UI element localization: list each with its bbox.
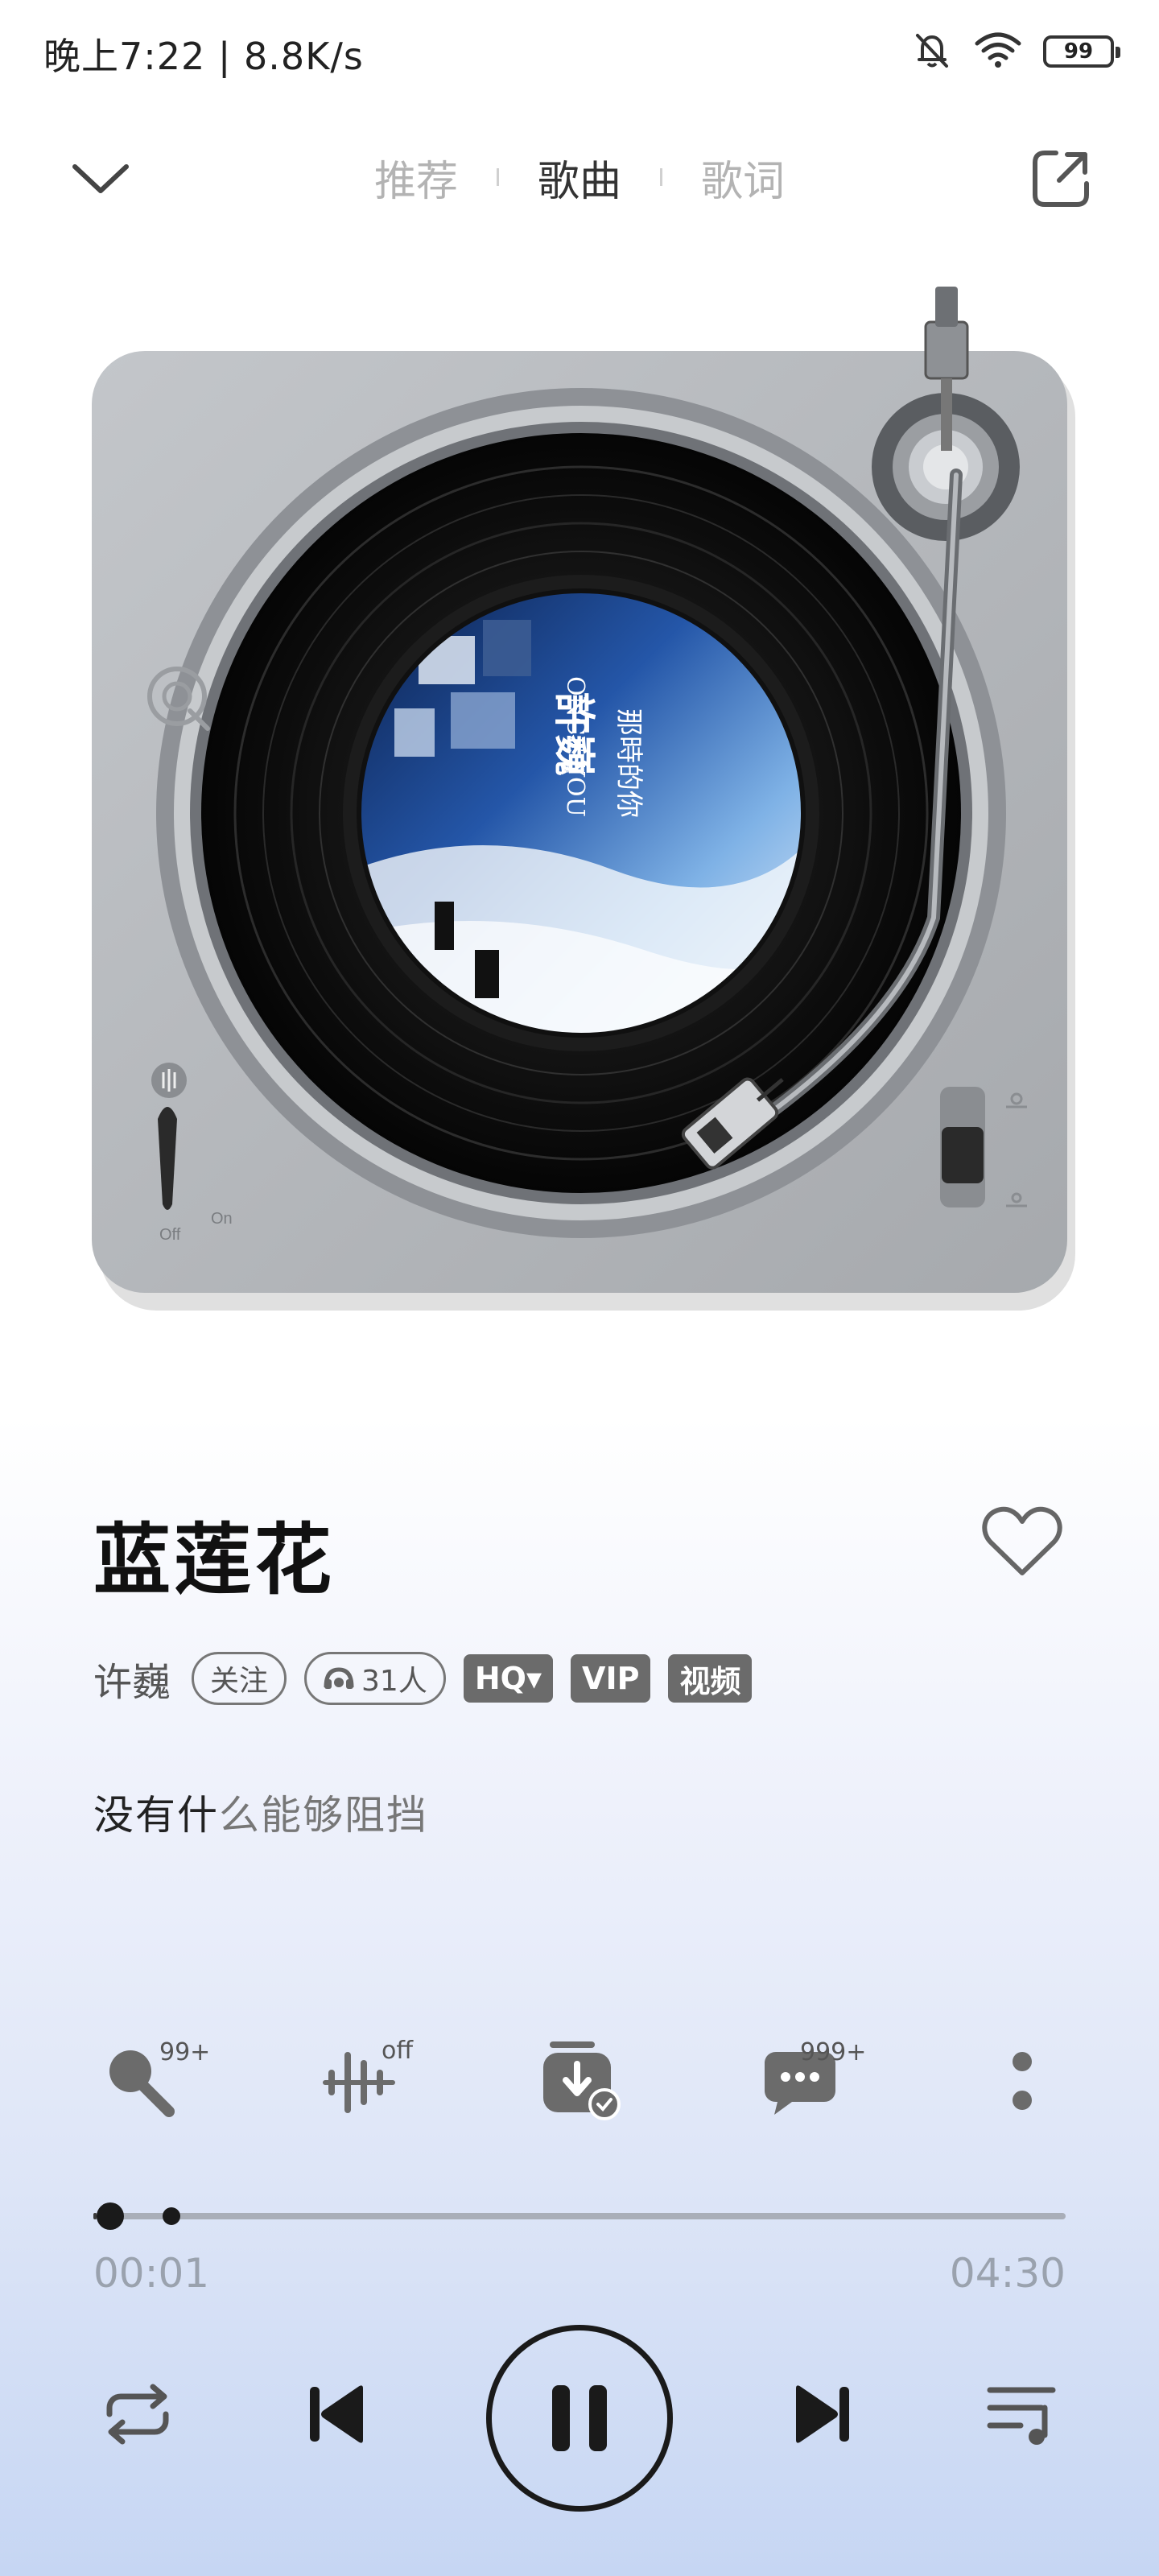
more-vertical-icon (1013, 2052, 1032, 2110)
switch-on-label: On (211, 1210, 233, 1228)
effects-badge: off (382, 2037, 414, 2065)
turntable-artwork[interactable]: 許巍 ONCE YOU 那時的你 Off On (0, 258, 1159, 1385)
heart-icon (982, 1506, 1062, 1575)
battery-level: 99 (1063, 39, 1094, 64)
tab-recommend[interactable]: 推荐 (374, 147, 458, 208)
tab-bar: 推荐 歌曲 歌词 (0, 145, 1159, 209)
listeners-count: 31人 (361, 1665, 427, 1698)
mute-bell-icon (911, 29, 953, 74)
battery-indicator: 99 (1043, 35, 1120, 68)
action-row: 99+ off 999+ (0, 2021, 1159, 2141)
song-meta-row: 许巍 关注 31人 HQ▾ VIP 视频 (93, 1650, 753, 1707)
artist-name[interactable]: 许巍 (93, 1650, 171, 1707)
tab-song[interactable]: 歌曲 (538, 147, 621, 208)
previous-button[interactable] (293, 2370, 382, 2458)
skip-next-icon (796, 2385, 849, 2443)
tab-lyrics[interactable]: 歌词 (701, 147, 785, 208)
album-name-text: 那時的你 (612, 708, 645, 818)
like-button[interactable] (974, 1497, 1070, 1586)
video-tag[interactable]: 视频 (668, 1654, 753, 1703)
playlist-button[interactable] (977, 2370, 1066, 2458)
share-icon (1033, 151, 1089, 207)
switch-off-label: Off (159, 1226, 181, 1244)
skip-previous-icon (310, 2385, 363, 2443)
comments-button[interactable]: 999+ (744, 2021, 866, 2141)
playback-controls (0, 2318, 1159, 2512)
album-subtitle-text: ONCE YOU (561, 676, 589, 817)
buffer-marker (162, 2207, 180, 2225)
comments-badge: 999+ (800, 2038, 867, 2066)
repeat-button[interactable] (93, 2370, 182, 2458)
listening-icon (324, 1667, 354, 1689)
follow-label: 关注 (210, 1665, 269, 1698)
karaoke-badge: 99+ (159, 2038, 211, 2066)
quality-tag[interactable]: HQ▾ (463, 1654, 554, 1703)
lyric-sung: 没有什 (93, 1792, 219, 1839)
tab-divider (496, 168, 499, 186)
status-icons: 99 (911, 29, 1120, 74)
download-icon (543, 2041, 621, 2120)
top-nav: 推荐 歌曲 歌词 (0, 129, 1159, 225)
elapsed-time: 00:01 (93, 2250, 210, 2297)
pause-button[interactable] (486, 2325, 673, 2512)
total-duration: 04:30 (949, 2250, 1066, 2297)
progress-track[interactable] (93, 2213, 1066, 2219)
pause-icon (552, 2385, 607, 2451)
status-time: 晚上7:22 | 8.8K/s (43, 35, 364, 78)
repeat-icon (106, 2384, 169, 2445)
progress-handle[interactable] (97, 2202, 125, 2230)
next-button[interactable] (777, 2370, 866, 2458)
status-bar: 晚上7:22 | 8.8K/s 99 (0, 0, 1159, 105)
current-lyric[interactable]: 没有什么能够阻挡 (93, 1783, 428, 1841)
download-button[interactable] (523, 2021, 636, 2141)
lyric-unsung: 么能够阻挡 (219, 1792, 428, 1839)
karaoke-button[interactable]: 99+ (85, 2021, 210, 2141)
more-button[interactable] (966, 2021, 1079, 2141)
share-button[interactable] (1021, 138, 1101, 219)
tab-divider (660, 168, 662, 186)
playlist-icon (987, 2387, 1056, 2445)
song-title: 蓝莲花 (93, 1515, 335, 1605)
sound-effects-button[interactable]: off (304, 2021, 417, 2141)
wifi-icon (974, 31, 1022, 72)
vip-tag: VIP (571, 1654, 651, 1703)
follow-button[interactable]: 关注 (192, 1652, 287, 1705)
listeners-button[interactable]: 31人 (304, 1652, 446, 1705)
